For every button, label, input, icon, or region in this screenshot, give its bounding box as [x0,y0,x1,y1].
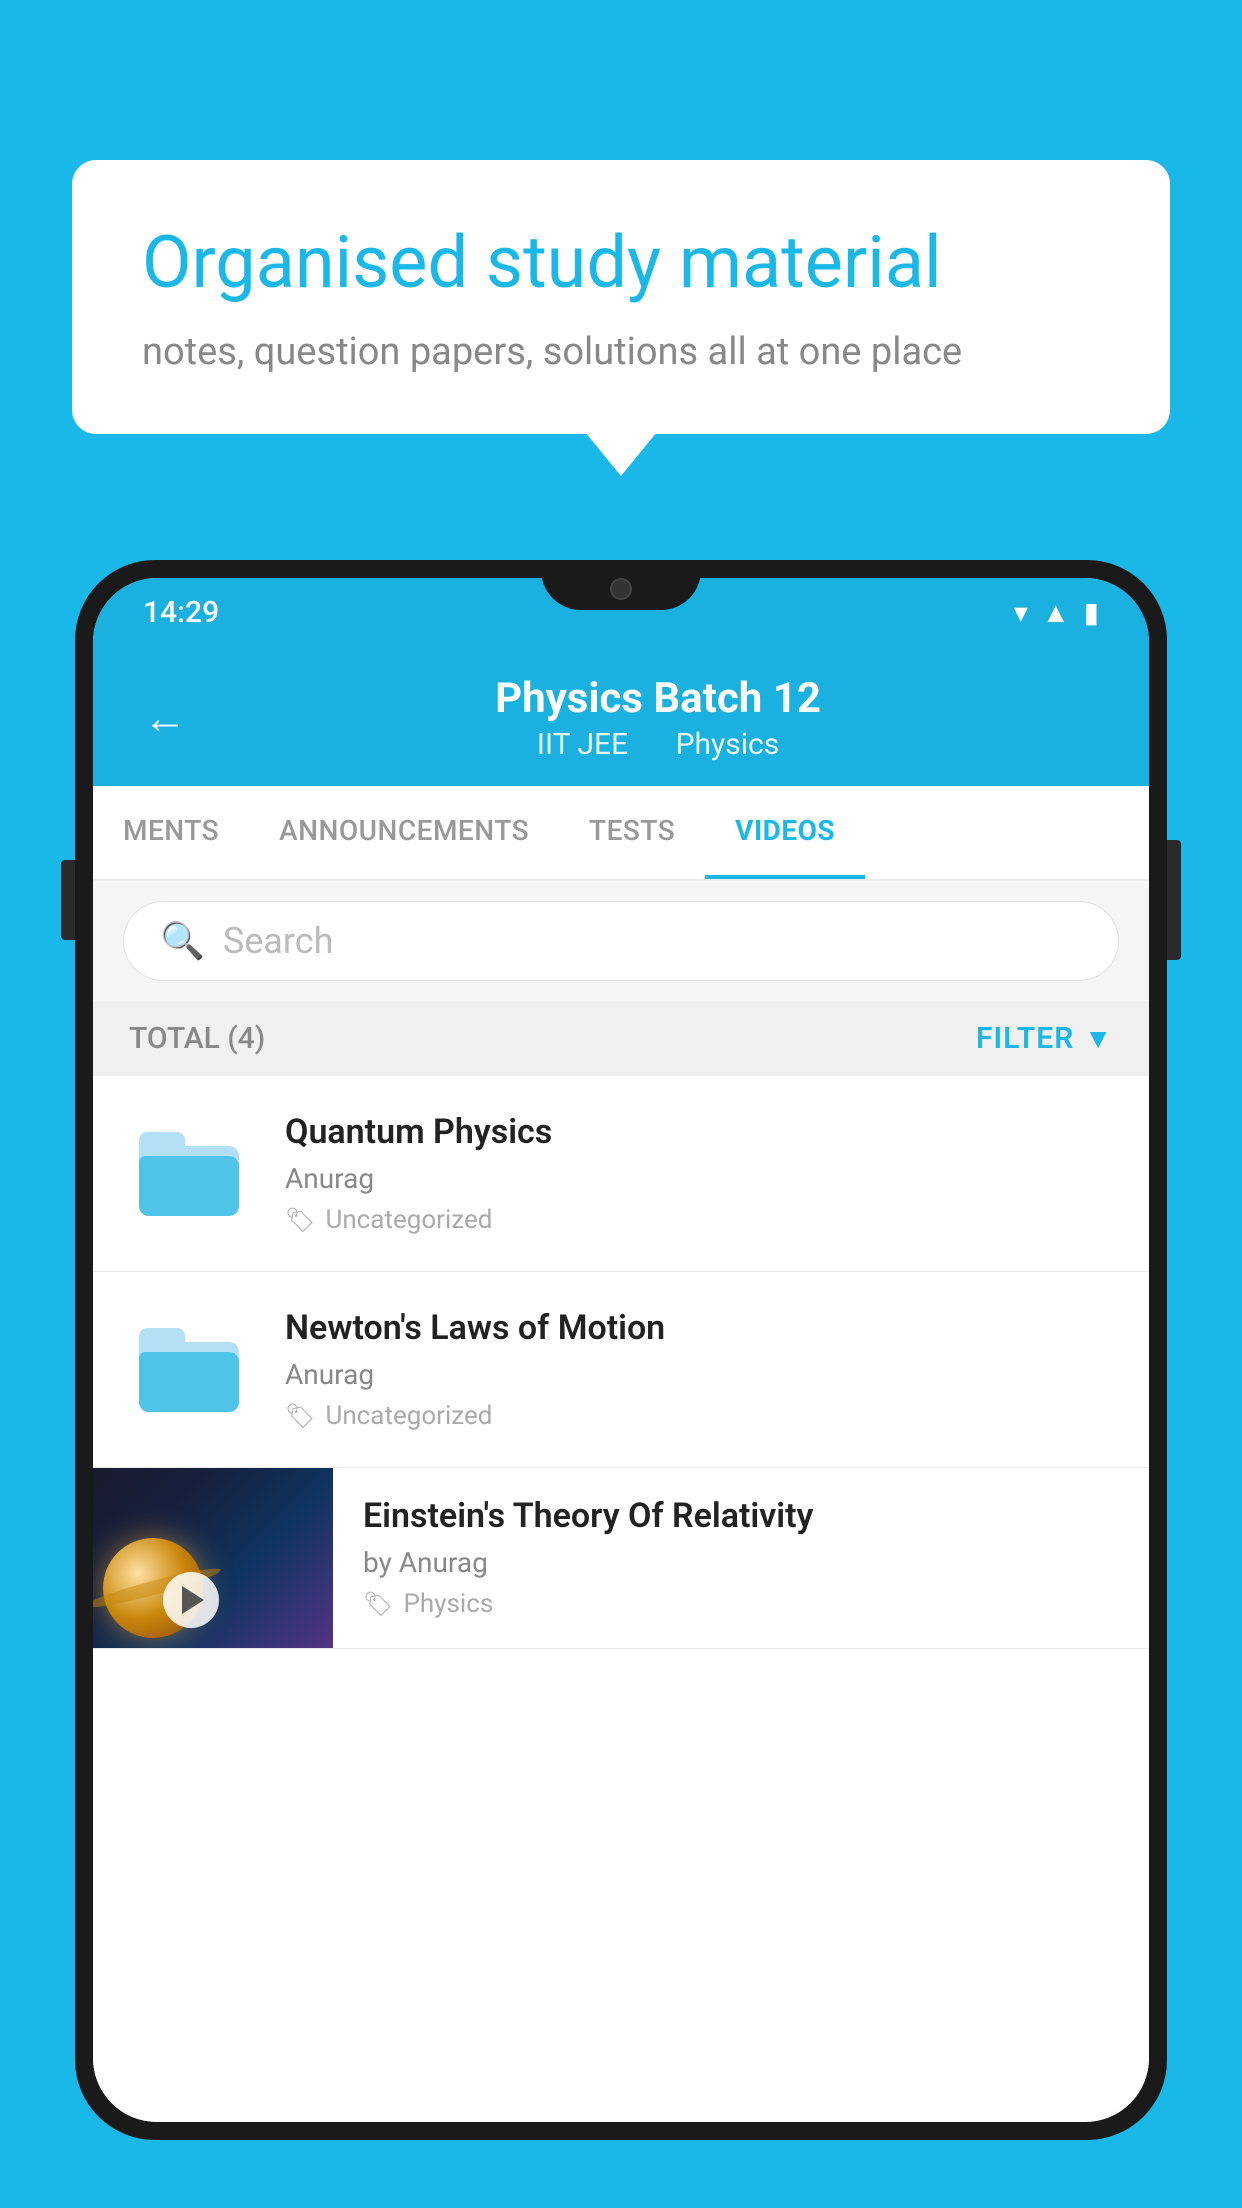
tabs-bar: MENTS ANNOUNCEMENTS TESTS VIDEOS [93,786,1149,881]
item-info: Einstein's Theory Of Relativity by Anura… [333,1468,1149,1647]
status-time: 14:29 [143,595,219,630]
play-button[interactable] [163,1572,219,1628]
play-icon [182,1586,204,1614]
header-title-block: Physics Batch 12 IIT JEE Physics [217,674,1099,762]
status-icons: ▾ ▲ ▮ [1014,596,1099,629]
phone-outer: 14:29 ▾ ▲ ▮ ← Physics Batch 12 IIT JEE [75,560,1167,2140]
list-item[interactable]: Newton's Laws of Motion Anurag 🏷 Uncateg… [93,1272,1149,1468]
filter-bar: TOTAL (4) FILTER ▼ [93,1001,1149,1076]
item-author: by Anurag [363,1546,1119,1579]
tab-ments[interactable]: MENTS [93,786,249,879]
search-input[interactable]: Search [223,920,334,962]
tab-announcements[interactable]: ANNOUNCEMENTS [249,786,559,879]
item-title: Newton's Laws of Motion [285,1308,1113,1348]
total-count-label: TOTAL (4) [129,1021,265,1056]
tag-icon: 🏷 [285,1402,315,1430]
search-bar[interactable]: 🔍 Search [123,901,1119,981]
tag-label: Uncategorized [325,1401,492,1431]
phone-notch [541,560,701,610]
folder-icon [139,1132,239,1216]
search-icon: 🔍 [160,920,205,962]
item-info: Newton's Laws of Motion Anurag 🏷 Uncateg… [285,1308,1113,1431]
app-subtitle: IIT JEE Physics [217,727,1099,762]
folder-icon [139,1328,239,1412]
item-tag: 🏷 Physics [363,1589,1119,1619]
list-item[interactable]: Quantum Physics Anurag 🏷 Uncategorized [93,1076,1149,1272]
item-title: Einstein's Theory Of Relativity [363,1496,1119,1536]
item-thumbnail [129,1129,249,1219]
tag-icon: 🏷 [363,1590,393,1618]
filter-button[interactable]: FILTER ▼ [976,1021,1113,1056]
app-header: ← Physics Batch 12 IIT JEE Physics [93,646,1149,786]
item-tag: 🏷 Uncategorized [285,1401,1113,1431]
item-title: Quantum Physics [285,1112,1113,1152]
back-button[interactable]: ← [143,692,187,744]
video-thumbnail [93,1468,333,1648]
item-author: Anurag [285,1162,1113,1195]
filter-icon: ▼ [1084,1022,1113,1055]
app-title: Physics Batch 12 [217,674,1099,723]
wifi-icon: ▾ [1014,596,1028,629]
tag-label: Physics [403,1589,493,1619]
app-content: ← Physics Batch 12 IIT JEE Physics MENTS… [93,646,1149,2122]
tag-label: Uncategorized [325,1205,492,1235]
tag-icon: 🏷 [285,1206,315,1234]
subtitle-physics: Physics [676,727,780,762]
filter-label: FILTER [976,1021,1074,1056]
battery-icon: ▮ [1084,596,1099,629]
speech-bubble-subtitle: notes, question papers, solutions all at… [142,330,1100,374]
speech-bubble-title: Organised study material [142,220,1100,306]
tab-tests[interactable]: TESTS [559,786,705,879]
signal-icon: ▲ [1042,596,1070,629]
item-thumbnail [129,1325,249,1415]
phone-screen: 14:29 ▾ ▲ ▮ ← Physics Batch 12 IIT JEE [93,578,1149,2122]
item-author: Anurag [285,1358,1113,1391]
phone-container: 14:29 ▾ ▲ ▮ ← Physics Batch 12 IIT JEE [75,560,1167,2208]
speech-bubble: Organised study material notes, question… [72,160,1170,434]
subtitle-iitjee: IIT JEE [537,727,628,762]
video-list: Quantum Physics Anurag 🏷 Uncategorized [93,1076,1149,2122]
list-item[interactable]: Einstein's Theory Of Relativity by Anura… [93,1468,1149,1649]
item-tag: 🏷 Uncategorized [285,1205,1113,1235]
camera-dot [610,578,632,600]
search-container: 🔍 Search [93,881,1149,1001]
speech-bubble-container: Organised study material notes, question… [72,160,1170,434]
item-info: Quantum Physics Anurag 🏷 Uncategorized [285,1112,1113,1235]
tab-videos[interactable]: VIDEOS [705,786,865,879]
